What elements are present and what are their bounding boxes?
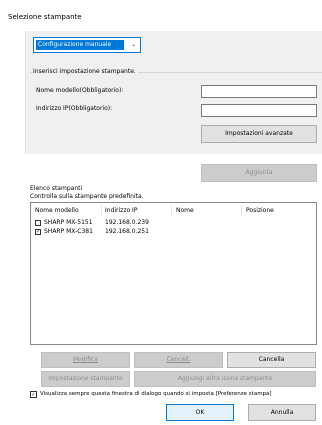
mode-select[interactable]: Configurazione manuale ⌄ <box>33 37 141 53</box>
group-label: Inserisci impostazione stampante. <box>33 68 138 75</box>
column-header-location[interactable]: Posizione <box>246 207 274 214</box>
edit-button-label: Modifica <box>72 356 99 363</box>
ip-address-label: Indirizzo IP(Obbligatorio): <box>36 105 113 112</box>
panel-divider <box>25 31 26 154</box>
add-button[interactable]: Aggiunta <box>201 164 317 182</box>
printer-ip: 192.168.0.251 <box>105 228 149 235</box>
ip-address-input[interactable] <box>201 104 317 117</box>
delete-item-button-label: Cancell. <box>166 356 191 363</box>
ok-button[interactable]: OK <box>166 404 234 421</box>
default-printer-checkbox[interactable]: ✓ <box>35 229 41 235</box>
always-show-label: Visualizza sempre questa finestra di dia… <box>40 391 272 397</box>
model-name-input[interactable] <box>201 85 317 98</box>
column-header-ip[interactable]: Indirizzo IP <box>105 207 137 214</box>
column-separator <box>171 205 172 215</box>
printer-ip: 192.168.0.239 <box>105 219 149 226</box>
column-separator <box>241 205 242 215</box>
chevron-down-icon: ⌄ <box>130 41 136 48</box>
add-printer-icon-button[interactable]: Aggiungi altra icona stampante <box>134 371 316 387</box>
printer-list-subheading: Controlla sulla stampante predefinita. <box>30 193 144 200</box>
always-show-option[interactable]: ✓ Visualizza sempre questa finestra di d… <box>30 391 320 400</box>
model-name-label: Nome modello(Obbligatorio): <box>36 87 124 94</box>
printer-row[interactable]: ✓ SHARP MX-C381 192.168.0.251 <box>35 228 315 237</box>
column-header-model[interactable]: Nome modello <box>35 207 79 214</box>
column-header-name[interactable]: Nome <box>176 207 194 214</box>
printer-list[interactable]: Nome modello Indirizzo IP Nome Posizione… <box>30 202 317 345</box>
printer-model: SHARP MX-C381 <box>44 228 93 235</box>
printer-model: SHARP MX-5151 <box>44 219 93 226</box>
cancel-button[interactable]: Annulla <box>248 404 316 421</box>
column-separator <box>101 205 102 215</box>
mode-select-value: Configurazione manuale <box>36 40 124 50</box>
printer-list-heading: Elenco stampanti <box>30 185 83 192</box>
edit-button[interactable]: Modifica <box>41 352 130 368</box>
printer-settings-button[interactable]: Impostazione stampante <box>41 371 130 387</box>
delete-item-button[interactable]: Cancell. <box>134 352 223 368</box>
printer-row[interactable]: SHARP MX-5151 192.168.0.239 <box>35 219 315 228</box>
default-printer-checkbox[interactable] <box>35 220 41 226</box>
advanced-settings-button[interactable]: Impostazioni avanzate <box>201 125 317 143</box>
always-show-checkbox[interactable]: ✓ <box>30 391 37 398</box>
window-title: Selezione stampante <box>8 13 82 21</box>
clear-button[interactable]: Cancella <box>227 352 316 368</box>
